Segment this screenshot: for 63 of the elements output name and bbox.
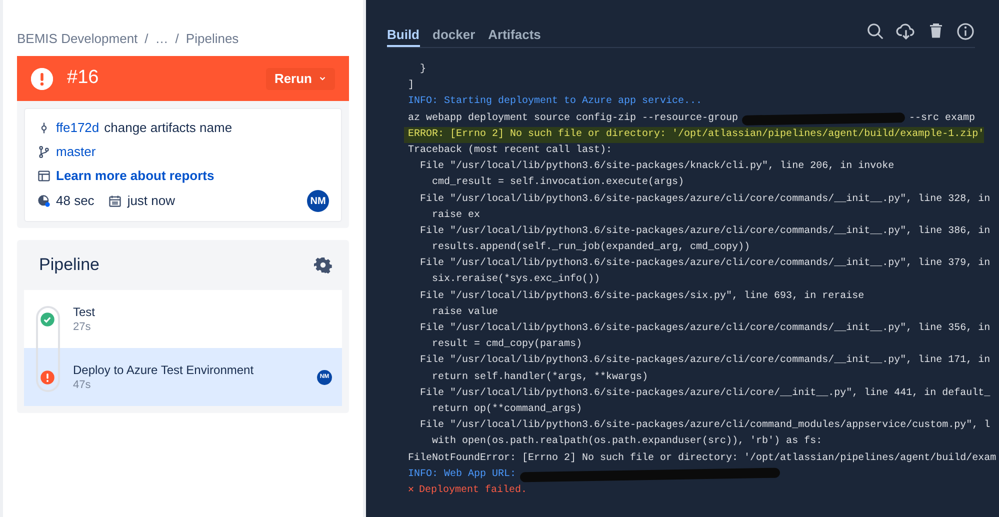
commit-link[interactable]: ffe172d: [56, 118, 100, 138]
log-line: --src examp: [908, 112, 975, 126]
log-line: File "/usr/local/lib/python3.6/site-packages/six.py", line 693, in reraise: [419, 290, 864, 304]
reports-link[interactable]: Learn more about reports: [56, 166, 214, 186]
calendar-icon: [108, 194, 122, 208]
log-line: with open(os.path.realpath(os.path.expanduser(src)), 'rb') as fs:: [431, 434, 822, 450]
log-line: File "/usr/local/lib/python3.6/site-packages/azure/cli/core/__init__.py", line 441, in default_: [419, 386, 990, 401]
rerun-button[interactable]: Rerun: [266, 68, 335, 90]
breadcrumb-separator: /: [144, 30, 148, 48]
breadcrumb-link[interactable]: BEMIS Development: [17, 29, 138, 49]
error-icon: [31, 68, 53, 90]
log-line: return op(**command_args): [431, 402, 582, 417]
info-icon[interactable]: [956, 22, 975, 40]
log-line: results.append(self._run_job(expanded_arg, cmd_copy)): [431, 240, 750, 256]
check-icon: [40, 312, 55, 326]
log-line: raise ex: [431, 208, 480, 223]
log-line: File "/usr/local/lib/python3.6/site-packages/azure/cli/core/commands/__init__.py", line 379, in: [419, 256, 990, 272]
log-line: cmd_result = self.invocation.execute(args): [431, 176, 684, 190]
breadcrumb-link[interactable]: …: [155, 29, 168, 49]
step-name: Deploy to Azure Test Environment: [73, 362, 254, 378]
log-line: raise value: [431, 306, 498, 320]
branch-link[interactable]: master: [56, 142, 96, 162]
commit-message: change artifacts name: [104, 119, 232, 138]
user-avatar: NM: [307, 190, 329, 212]
log-line: six.reraise(*sys.exc_info()): [431, 272, 600, 288]
caret-icon: [318, 74, 327, 83]
log-line: return self.handler(*args, **kwargs): [431, 370, 648, 385]
log-line: File "/usr/local/lib/python3.6/site-packages/azure/cli/command_modules/appservice/custom.py", l: [419, 418, 990, 434]
step-duration: 27s: [73, 320, 92, 334]
build-duration: 48 sec: [56, 192, 94, 210]
trash-icon[interactable]: [927, 22, 945, 40]
search-icon[interactable]: [866, 22, 885, 40]
log-line: ]: [408, 78, 414, 94]
step-name: Test: [73, 304, 96, 320]
log-line: INFO: Starting deployment to Azure app service...: [408, 94, 702, 110]
log-line: File "/usr/local/lib/python3.6/site-packages/knack/cli.py", line 206, in invoke: [419, 160, 894, 174]
log-line: FileNotFoundError: [Errno 2] No such file or directory: '/opt/atlassian/pipelines/agent/build/exam: [408, 452, 996, 466]
log-line: File "/usr/local/lib/python3.6/site-packages/azure/cli/core/commands/__init__.py", line 328, in: [419, 192, 990, 206]
log-tab[interactable]: Artifacts: [488, 25, 541, 47]
error-icon: [40, 370, 55, 384]
log-line: result = cmd_copy(params): [431, 338, 582, 352]
log-line: INFO: Web App URL:: [408, 468, 516, 482]
log-line: Traceback (most recent call last):: [408, 144, 612, 158]
pipeline-title: Pipeline: [39, 254, 100, 276]
branch-icon: [37, 145, 51, 159]
log-line: File "/usr/local/lib/python3.6/site-packages/azure/cli/core/commands/__init__.py", line 171, in: [419, 354, 990, 368]
duration-icon: [37, 194, 51, 208]
step-duration: 47s: [73, 378, 92, 392]
download-icon[interactable]: [896, 21, 916, 41]
log-line: File "/usr/local/lib/python3.6/site-packages/azure/cli/core/commands/__init__.py", line 386, in: [419, 224, 990, 239]
build-time: just now: [127, 192, 176, 210]
log-line: Deployment failed.: [419, 484, 528, 498]
log-tab[interactable]: Build: [387, 25, 420, 47]
breadcrumb-link[interactable]: Pipelines: [186, 29, 239, 49]
log-line: az webapp deployment source config-zip --resource-group: [408, 112, 738, 126]
settings-icon[interactable]: [314, 256, 332, 274]
log-line: }: [419, 62, 426, 77]
log-line: File "/usr/local/lib/python3.6/site-packages/azure/cli/core/commands/__init__.py", line 356, in: [419, 322, 990, 336]
cross-icon: ✕: [408, 482, 414, 500]
breadcrumb-separator: /: [175, 30, 179, 48]
log-tab[interactable]: docker: [432, 25, 476, 47]
build-number: #16: [67, 66, 99, 90]
report-icon: [37, 169, 51, 183]
